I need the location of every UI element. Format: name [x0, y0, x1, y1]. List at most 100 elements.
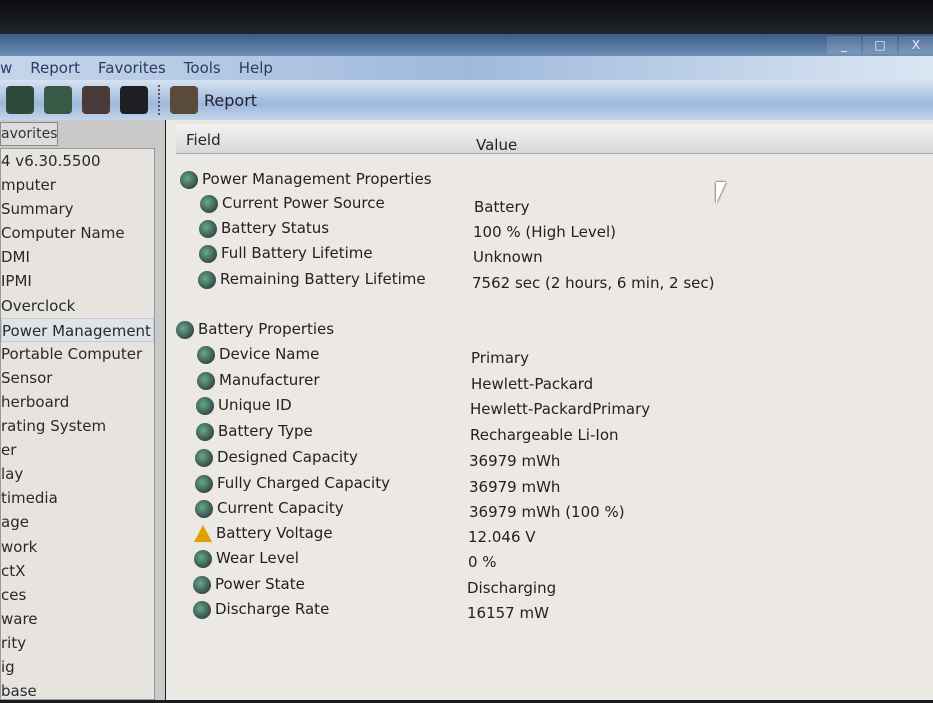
mouse-cursor: [716, 182, 726, 204]
section-title: Battery Properties: [198, 320, 335, 338]
field-row[interactable]: Discharge Rate: [193, 600, 329, 624]
field-row[interactable]: Battery Voltage: [194, 524, 333, 548]
tree-item[interactable]: DMI: [1, 245, 154, 269]
tree-item[interactable]: work: [1, 535, 154, 559]
field-label: Remaining Battery Lifetime: [220, 270, 426, 288]
battery-icon: [193, 600, 211, 619]
tree-item[interactable]: Sensor: [1, 366, 154, 390]
tree-item[interactable]: mputer: [1, 173, 154, 197]
field-row[interactable]: Power State: [193, 575, 305, 599]
battery-icon: [197, 371, 215, 390]
toolbar: Report: [0, 80, 933, 120]
field-value: 36979 mWh: [469, 452, 561, 470]
details-panel: Field Value Power Management Properties C…: [166, 120, 933, 700]
close-button[interactable]: X: [899, 36, 933, 54]
tree-item[interactable]: timedia: [1, 486, 154, 510]
battery-icon: [196, 396, 214, 415]
tree-item[interactable]: ig: [1, 655, 154, 679]
report-button[interactable]: Report: [170, 86, 257, 114]
field-row[interactable]: Manufacturer: [197, 371, 320, 395]
tree-item[interactable]: Portable Computer: [1, 342, 154, 366]
field-row[interactable]: Battery Status: [199, 219, 329, 243]
field-value: 100 % (High Level): [473, 223, 616, 241]
field-row[interactable]: Wear Level: [194, 549, 299, 573]
warning-icon: [194, 525, 212, 542]
report-label: Report: [204, 90, 258, 110]
tree-item[interactable]: lay: [1, 462, 154, 486]
field-label: Battery Status: [221, 219, 330, 237]
field-label: Battery Type: [218, 422, 313, 440]
tree-item[interactable]: rating System: [1, 414, 154, 438]
tree-item[interactable]: Summary: [1, 197, 154, 221]
field-row[interactable]: Designed Capacity: [195, 448, 358, 472]
field-value: Primary: [471, 349, 529, 367]
tree-item[interactable]: age: [1, 510, 154, 534]
field-value: Battery: [474, 198, 530, 216]
tree-item[interactable]: ces: [1, 583, 154, 607]
column-value[interactable]: Value: [476, 136, 517, 154]
field-label: Power State: [215, 575, 305, 593]
tree-item[interactable]: herboard: [1, 390, 154, 414]
refresh-icon[interactable]: [44, 86, 72, 114]
field-row[interactable]: Current Capacity: [195, 499, 344, 523]
field-row[interactable]: Current Power Source: [200, 194, 385, 218]
menu-tools[interactable]: Tools: [184, 59, 221, 77]
column-header: Field Value: [176, 124, 933, 154]
section-header[interactable]: Battery Properties: [176, 320, 334, 344]
power-icon: [199, 219, 217, 238]
tree-item[interactable]: er: [1, 438, 154, 462]
menu-bar: w Report Favorites Tools Help: [0, 56, 933, 80]
field-label: Designed Capacity: [217, 448, 358, 466]
navigation-tree: 4 v6.30.5500 mputer Summary Computer Name DM…: [0, 148, 155, 700]
power-icon: [198, 270, 216, 289]
field-value: Hewlett-PackardPrimary: [470, 400, 651, 418]
tree-item[interactable]: 4 v6.30.5500: [1, 149, 154, 173]
field-value: 36979 mWh (100 %): [469, 503, 625, 521]
tree-item[interactable]: ctX: [1, 559, 154, 583]
field-label: Battery Voltage: [216, 524, 333, 542]
menu-report[interactable]: Report: [30, 59, 80, 77]
section-title: Power Management Properties: [202, 170, 432, 188]
battery-icon: [194, 549, 212, 568]
users-icon[interactable]: [82, 86, 110, 114]
up-icon[interactable]: [6, 86, 34, 114]
field-value: 36979 mWh: [469, 478, 561, 496]
tree-item[interactable]: ware: [1, 607, 154, 631]
field-row[interactable]: Full Battery Lifetime: [199, 244, 373, 268]
field-row[interactable]: Remaining Battery Lifetime: [198, 270, 426, 294]
field-row[interactable]: Device Name: [197, 345, 319, 369]
field-row[interactable]: Fully Charged Capacity: [195, 474, 390, 498]
field-label: Full Battery Lifetime: [221, 244, 373, 262]
menu-help[interactable]: Help: [239, 59, 273, 77]
battery-icon: [196, 422, 214, 441]
tree-item[interactable]: Overclock: [1, 294, 154, 318]
menu-favorites[interactable]: Favorites: [98, 59, 166, 77]
minimize-button[interactable]: _: [827, 36, 861, 54]
field-value: 7562 sec (2 hours, 6 min, 2 sec): [472, 274, 715, 292]
tree-item[interactable]: rity: [1, 631, 154, 655]
field-row[interactable]: Battery Type: [196, 422, 313, 446]
field-value: 16157 mW: [467, 604, 549, 622]
power-icon: [199, 244, 217, 263]
tree-item[interactable]: base: [1, 679, 154, 703]
maximize-button[interactable]: □: [863, 36, 897, 54]
report-icon: [170, 86, 198, 114]
section-header[interactable]: Power Management Properties: [180, 170, 432, 194]
tab-favorites[interactable]: avorites: [0, 122, 58, 146]
tree-item[interactable]: IPMI: [1, 269, 154, 293]
field-row[interactable]: Unique ID: [196, 396, 292, 420]
tree-item[interactable]: Power Management: [1, 317, 154, 342]
tree-item[interactable]: Computer Name: [1, 221, 154, 245]
battery-icon: [195, 499, 213, 518]
field-value: Hewlett-Packard: [471, 375, 594, 393]
section-icon: [176, 320, 194, 339]
battery-icon: [197, 345, 215, 364]
menu-view[interactable]: w: [0, 59, 12, 77]
section-icon: [180, 170, 198, 189]
left-panel: avorites 4 v6.30.5500 mputer Summary Comput…: [0, 120, 165, 700]
power-icon: [200, 194, 218, 213]
field-value: 12.046 V: [468, 528, 536, 546]
monitor-icon[interactable]: [120, 86, 148, 114]
field-value: 0 %: [468, 553, 497, 571]
column-field[interactable]: Field: [186, 131, 221, 149]
